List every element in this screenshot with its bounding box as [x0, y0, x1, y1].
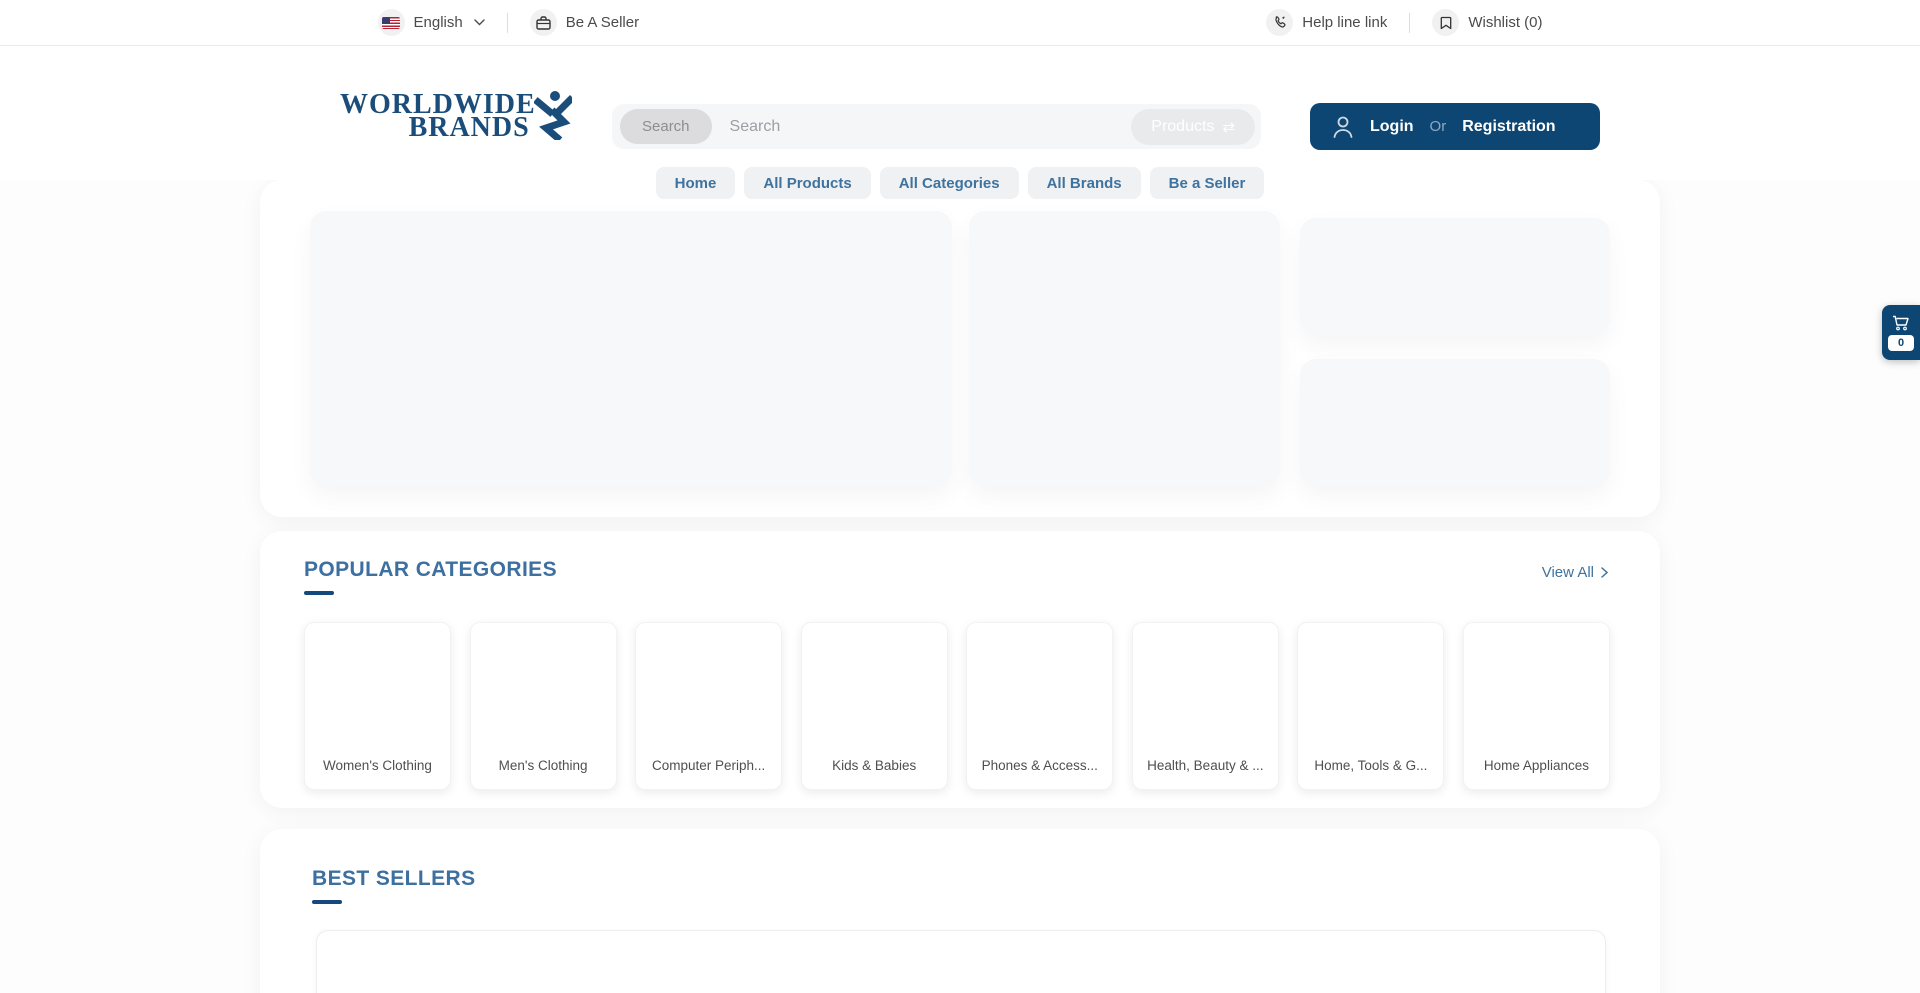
- category-card-row: Women's Clothing Men's Clothing Computer…: [304, 622, 1610, 790]
- cart-button[interactable]: 0: [1882, 305, 1920, 360]
- hero-banner-placeholder-small-bottom[interactable]: [1300, 359, 1610, 486]
- category-label: Men's Clothing: [471, 758, 616, 773]
- hero-banner-section: [260, 180, 1660, 517]
- popular-categories-section: POPULAR CATEGORIES View All Women's Clot…: [260, 531, 1660, 808]
- hero-banner-placeholder-large[interactable]: [310, 211, 952, 486]
- popular-categories-title: POPULAR CATEGORIES: [304, 558, 1610, 582]
- category-card-mens-clothing[interactable]: Men's Clothing: [470, 622, 617, 790]
- category-label: Health, Beauty & ...: [1133, 758, 1278, 773]
- nav-item-all-products[interactable]: All Products: [744, 167, 870, 199]
- best-sellers-section: BEST SELLERS: [260, 829, 1660, 993]
- cart-icon: [1892, 315, 1910, 331]
- bookmark-icon: [1432, 9, 1459, 36]
- topbar: English Be A Seller Help line link: [0, 0, 1920, 46]
- topbar-left-group: English Be A Seller: [378, 9, 640, 36]
- language-label: English: [414, 14, 463, 31]
- be-a-seller-link[interactable]: Be A Seller: [530, 9, 639, 36]
- best-sellers-title: BEST SELLERS: [312, 867, 1608, 891]
- header: WORLDWIDE BRANDS Search Products ⇄ Login…: [0, 46, 1920, 180]
- topbar-divider: [1409, 13, 1410, 33]
- auth-pill: Login Or Registration: [1310, 103, 1600, 150]
- nav-item-home[interactable]: Home: [656, 167, 736, 199]
- us-flag-icon: [378, 9, 405, 36]
- help-line-link[interactable]: Help line link: [1266, 9, 1387, 36]
- hero-banner-placeholder-medium[interactable]: [969, 211, 1280, 486]
- chevron-right-icon: [1601, 567, 1608, 578]
- swap-arrows-icon: ⇄: [1222, 118, 1235, 136]
- nav-item-all-brands[interactable]: All Brands: [1028, 167, 1141, 199]
- search-input[interactable]: [712, 104, 1132, 149]
- hero-banner-placeholder-small-top[interactable]: [1300, 218, 1610, 335]
- view-all-label: View All: [1542, 564, 1594, 581]
- logo-line2: BRANDS: [340, 117, 536, 140]
- category-label: Women's Clothing: [305, 758, 450, 773]
- login-button[interactable]: Login: [1370, 118, 1414, 136]
- nav-item-be-a-seller[interactable]: Be a Seller: [1150, 167, 1265, 199]
- logo-figure-icon: [534, 90, 572, 140]
- category-card-womens-clothing[interactable]: Women's Clothing: [304, 622, 451, 790]
- chevron-down-icon: [474, 19, 485, 26]
- search-scope-button[interactable]: Products ⇄: [1131, 109, 1255, 145]
- category-label: Home Appliances: [1464, 758, 1609, 773]
- wishlist-link[interactable]: Wishlist (0): [1432, 9, 1542, 36]
- wishlist-label: Wishlist (0): [1468, 14, 1542, 31]
- title-underline: [304, 591, 334, 595]
- topbar-inner: English Be A Seller Help line link: [378, 0, 1543, 45]
- cart-count-badge: 0: [1888, 335, 1914, 351]
- be-a-seller-label: Be A Seller: [566, 14, 639, 31]
- main-nav: Home All Products All Categories All Bra…: [0, 167, 1920, 199]
- nav-item-all-categories[interactable]: All Categories: [880, 167, 1019, 199]
- title-underline: [312, 900, 342, 904]
- view-all-link[interactable]: View All: [1542, 564, 1608, 581]
- user-icon: [1332, 115, 1354, 139]
- help-line-label: Help line link: [1302, 14, 1387, 31]
- auth-or-label: Or: [1430, 118, 1447, 135]
- topbar-divider: [507, 13, 508, 33]
- registration-button[interactable]: Registration: [1462, 118, 1555, 136]
- category-label: Phones & Access...: [967, 758, 1112, 773]
- category-card-phones-accessories[interactable]: Phones & Access...: [966, 622, 1113, 790]
- category-card-home-appliances[interactable]: Home Appliances: [1463, 622, 1610, 790]
- category-card-home-tools-garden[interactable]: Home, Tools & G...: [1297, 622, 1444, 790]
- category-card-computer-peripherals[interactable]: Computer Periph...: [635, 622, 782, 790]
- category-card-health-beauty[interactable]: Health, Beauty & ...: [1132, 622, 1279, 790]
- brand-logo[interactable]: WORLDWIDE BRANDS: [340, 94, 572, 140]
- language-switcher[interactable]: English: [378, 9, 485, 36]
- search-button[interactable]: Search: [620, 109, 712, 144]
- search-bar: Search Products ⇄: [612, 104, 1261, 149]
- hero-banner-right-column: [1300, 211, 1610, 486]
- brand-logo-text: WORLDWIDE BRANDS: [340, 94, 536, 140]
- topbar-right-group: Help line link Wishlist (0): [1266, 9, 1542, 36]
- phone-icon: [1266, 9, 1293, 36]
- category-card-kids-babies[interactable]: Kids & Babies: [801, 622, 948, 790]
- search-scope-label: Products: [1151, 118, 1214, 136]
- category-label: Computer Periph...: [636, 758, 781, 773]
- briefcase-icon: [530, 9, 557, 36]
- best-sellers-placeholder-card: [316, 930, 1606, 993]
- category-label: Kids & Babies: [802, 758, 947, 773]
- category-label: Home, Tools & G...: [1298, 758, 1443, 773]
